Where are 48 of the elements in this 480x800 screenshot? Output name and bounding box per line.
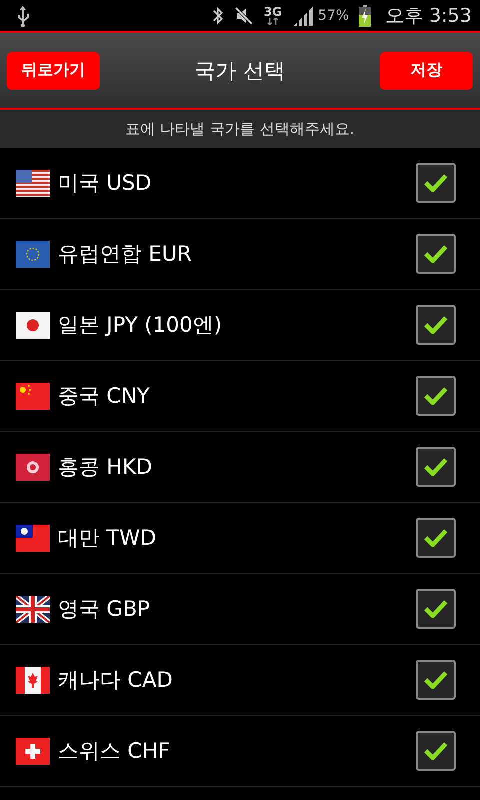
- checkbox[interactable]: [416, 589, 456, 629]
- hong-kong-flag-icon: [16, 454, 50, 480]
- country-label: 대만 TWD: [58, 525, 158, 552]
- country-label: 스위스 CHF: [58, 738, 172, 765]
- battery-charging-icon: [359, 4, 372, 26]
- checkbox[interactable]: [416, 660, 456, 700]
- china-flag-icon: [16, 382, 50, 410]
- checkbox[interactable]: [416, 163, 456, 203]
- canada-flag-icon: [16, 666, 50, 694]
- checkbox[interactable]: [416, 376, 456, 416]
- japan-flag-icon: [16, 312, 50, 338]
- clock-time: 오후 3:53: [385, 4, 472, 28]
- country-label: 유럽연합 EUR: [58, 241, 193, 268]
- country-label: 캐나다 CAD: [58, 667, 174, 694]
- swiss-flag-icon: [16, 738, 50, 764]
- checkmark-icon: [423, 314, 449, 336]
- bluetooth-icon: [212, 6, 224, 26]
- checkbox[interactable]: [416, 447, 456, 487]
- mute-icon: [234, 6, 254, 26]
- checkmark-icon: [423, 598, 449, 620]
- checkmark-icon: [423, 456, 449, 478]
- checkmark-icon: [423, 740, 449, 762]
- back-button[interactable]: 뒤로가기: [7, 52, 100, 90]
- screen-title: 국가 선택: [194, 58, 286, 84]
- us-flag-icon: [16, 170, 50, 196]
- checkmark-icon: [423, 385, 449, 407]
- data-arrows-icon: [267, 18, 280, 25]
- country-label: 홍콩 HKD: [58, 454, 154, 481]
- checkmark-icon: [423, 527, 449, 549]
- country-label: 중국 CNY: [58, 383, 151, 410]
- country-label: 영국 GBP: [58, 596, 152, 623]
- checkmark-icon: [423, 243, 449, 265]
- eu-flag-icon: [16, 240, 50, 268]
- save-button[interactable]: 저장: [380, 52, 473, 90]
- country-label: 일본 JPY (100엔): [58, 312, 224, 339]
- instruction-text: 표에 나타낼 국가를 선택해주세요.: [125, 120, 355, 138]
- uk-flag-icon: [16, 596, 50, 622]
- checkbox[interactable]: [416, 518, 456, 558]
- country-label: 미국 USD: [58, 170, 153, 197]
- battery-percent: 57%: [318, 8, 350, 24]
- checkbox[interactable]: [416, 731, 456, 771]
- checkbox[interactable]: [416, 234, 456, 274]
- checkbox[interactable]: [416, 305, 456, 345]
- checkmark-icon: [423, 172, 449, 194]
- checkmark-icon: [423, 669, 449, 691]
- network-type-label: 3G: [264, 6, 282, 18]
- usb-icon: [16, 4, 30, 26]
- taiwan-flag-icon: [16, 524, 50, 552]
